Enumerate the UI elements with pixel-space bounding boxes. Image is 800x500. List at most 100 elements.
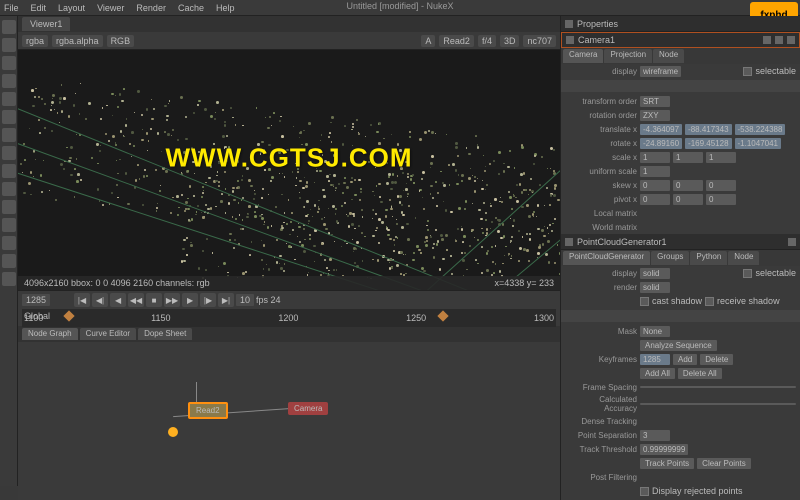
tab-dope-sheet[interactable]: Dope Sheet	[138, 328, 192, 340]
pivot-x[interactable]: 0	[640, 194, 670, 205]
clear-points-button[interactable]: Clear Points	[697, 458, 751, 469]
input-select[interactable]: A	[421, 35, 435, 47]
pcg-panel-header[interactable]: PointCloudGenerator1	[561, 234, 800, 250]
tool-icon[interactable]	[2, 56, 16, 70]
viewer-tab[interactable]: Viewer1	[22, 17, 70, 31]
tool-icon[interactable]	[2, 272, 16, 286]
tool-icon[interactable]	[2, 146, 16, 160]
add-all-button[interactable]: Add All	[640, 368, 675, 379]
render-select[interactable]: solid	[640, 282, 670, 293]
skew-z[interactable]: 0	[706, 180, 736, 191]
collapse-icon[interactable]	[566, 36, 574, 44]
translate-z[interactable]: -538.224388	[735, 124, 786, 135]
colorspace-select[interactable]: RGB	[107, 35, 135, 47]
tool-icon[interactable]	[2, 20, 16, 34]
scale-y[interactable]: 1	[673, 152, 703, 163]
tab-node[interactable]: Node	[653, 49, 684, 63]
add-button[interactable]: Add	[673, 354, 697, 365]
mode-3d[interactable]: 3D	[500, 35, 520, 47]
display-select[interactable]: solid	[640, 268, 670, 279]
pivot-z[interactable]: 0	[706, 194, 736, 205]
node-camera[interactable]: Camera	[288, 402, 328, 415]
close-icon[interactable]	[788, 238, 796, 246]
scale-x[interactable]: 1	[640, 152, 670, 163]
close-icon[interactable]	[787, 36, 795, 44]
menu-layout[interactable]: Layout	[58, 3, 85, 13]
stop-button[interactable]: ■	[146, 293, 162, 307]
track-threshold-field[interactable]: 0.99999999	[640, 444, 688, 455]
node-dot[interactable]	[168, 427, 178, 437]
tool-icon[interactable]	[2, 236, 16, 250]
last-frame-button[interactable]: ▶|	[218, 293, 234, 307]
channel-select[interactable]: rgba	[22, 35, 48, 47]
current-frame[interactable]: 1285	[22, 294, 50, 306]
first-frame-button[interactable]: |◀	[74, 293, 90, 307]
translate-y[interactable]: -88.417343	[685, 124, 731, 135]
node-select[interactable]: Read2	[439, 35, 474, 47]
tab-curve-editor[interactable]: Curve Editor	[80, 328, 136, 340]
accuracy-field[interactable]	[640, 403, 796, 405]
skew-y[interactable]: 0	[673, 180, 703, 191]
uniform-scale[interactable]: 1	[640, 166, 670, 177]
menu-cache[interactable]: Cache	[178, 3, 204, 13]
transform-order[interactable]: SRT	[640, 96, 670, 107]
tab-node-graph[interactable]: Node Graph	[22, 328, 78, 340]
gain-field[interactable]: f/4	[478, 35, 496, 47]
panel-icon[interactable]	[775, 36, 783, 44]
tab-python[interactable]: Python	[690, 251, 727, 265]
rotate-x[interactable]: -24.89160	[640, 138, 682, 149]
prev-key-button[interactable]: ◀|	[92, 293, 108, 307]
skew-x[interactable]: 0	[640, 180, 670, 191]
pivot-y[interactable]: 0	[673, 194, 703, 205]
delete-all-button[interactable]: Delete All	[678, 368, 722, 379]
analyze-button[interactable]: Analyze Sequence	[640, 340, 717, 351]
selectable-check[interactable]	[743, 269, 752, 278]
collapse-icon[interactable]	[565, 20, 573, 28]
keyframe-field[interactable]: 1285	[640, 354, 670, 365]
camera-panel-header[interactable]: Camera1	[561, 32, 800, 48]
tool-icon[interactable]	[2, 164, 16, 178]
menu-render[interactable]: Render	[136, 3, 166, 13]
tool-icon[interactable]	[2, 92, 16, 106]
proxy-select[interactable]: nc707	[523, 35, 556, 47]
tab-groups[interactable]: Groups	[651, 251, 689, 265]
tab-projection[interactable]: Projection	[604, 49, 652, 63]
prev-frame-button[interactable]: ◀	[110, 293, 126, 307]
tab-pcg[interactable]: PointCloudGenerator	[563, 251, 650, 265]
collapse-icon[interactable]	[565, 238, 573, 246]
timeline-track[interactable]: Global 1100 1150 1200 1250 1300	[22, 309, 556, 327]
range-mode[interactable]: 10	[236, 294, 254, 306]
selectable-check[interactable]	[743, 67, 752, 76]
next-key-button[interactable]: |▶	[200, 293, 216, 307]
tool-icon[interactable]	[2, 38, 16, 52]
tool-icon[interactable]	[2, 254, 16, 268]
tool-icon[interactable]	[2, 74, 16, 88]
play-button[interactable]: ▶▶	[164, 293, 180, 307]
track-points-button[interactable]: Track Points	[640, 458, 694, 469]
receive-shadow-check[interactable]	[705, 297, 714, 306]
display-rejected-check[interactable]	[640, 487, 649, 496]
frame-spacing-field[interactable]	[640, 386, 796, 388]
cast-shadow-check[interactable]	[640, 297, 649, 306]
tool-icon[interactable]	[2, 182, 16, 196]
tool-icon[interactable]	[2, 218, 16, 232]
rotate-z[interactable]: -1.1047041	[735, 138, 781, 149]
menu-edit[interactable]: Edit	[31, 3, 47, 13]
alpha-select[interactable]: rgba.alpha	[52, 35, 103, 47]
tool-icon[interactable]	[2, 128, 16, 142]
play-back-button[interactable]: ◀◀	[128, 293, 144, 307]
tool-icon[interactable]	[2, 200, 16, 214]
point-sep-field[interactable]: 3	[640, 430, 670, 441]
rotation-order[interactable]: ZXY	[640, 110, 670, 121]
display-select[interactable]: wireframe	[640, 66, 681, 77]
tab-node[interactable]: Node	[728, 251, 759, 265]
viewport-3d[interactable]: WWW.CGTSJ.COM 4096x2160 bbox: 0 0 4096 2…	[18, 50, 560, 290]
node-read[interactable]: Read2	[188, 402, 228, 419]
menu-viewer[interactable]: Viewer	[97, 3, 124, 13]
tab-camera[interactable]: Camera	[563, 49, 603, 63]
scale-z[interactable]: 1	[706, 152, 736, 163]
node-graph[interactable]: Read2 Camera	[18, 342, 560, 500]
panel-icon[interactable]	[763, 36, 771, 44]
delete-button[interactable]: Delete	[700, 354, 733, 365]
menu-file[interactable]: File	[4, 3, 19, 13]
